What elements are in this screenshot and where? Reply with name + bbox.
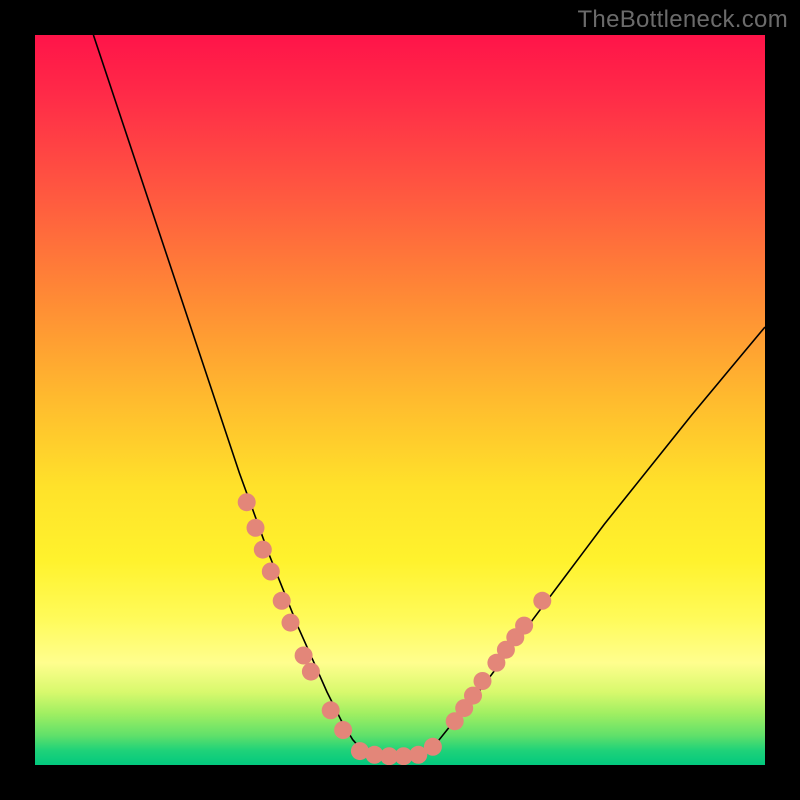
data-point [515, 617, 533, 635]
data-point [247, 519, 265, 537]
data-point [295, 647, 313, 665]
data-point [254, 541, 272, 559]
data-point [424, 738, 442, 756]
chart-svg [35, 35, 765, 765]
bottleneck-curve [93, 35, 765, 757]
data-point [302, 663, 320, 681]
data-point [533, 592, 551, 610]
watermark-text: TheBottleneck.com [577, 6, 788, 34]
data-points [238, 493, 552, 765]
data-point [273, 592, 291, 610]
plot-area [35, 35, 765, 765]
data-point [334, 721, 352, 739]
chart-frame: TheBottleneck.com [0, 0, 800, 800]
data-point [322, 701, 340, 719]
data-point [474, 672, 492, 690]
data-point [262, 563, 280, 581]
data-point [238, 493, 256, 511]
data-point [282, 614, 300, 632]
